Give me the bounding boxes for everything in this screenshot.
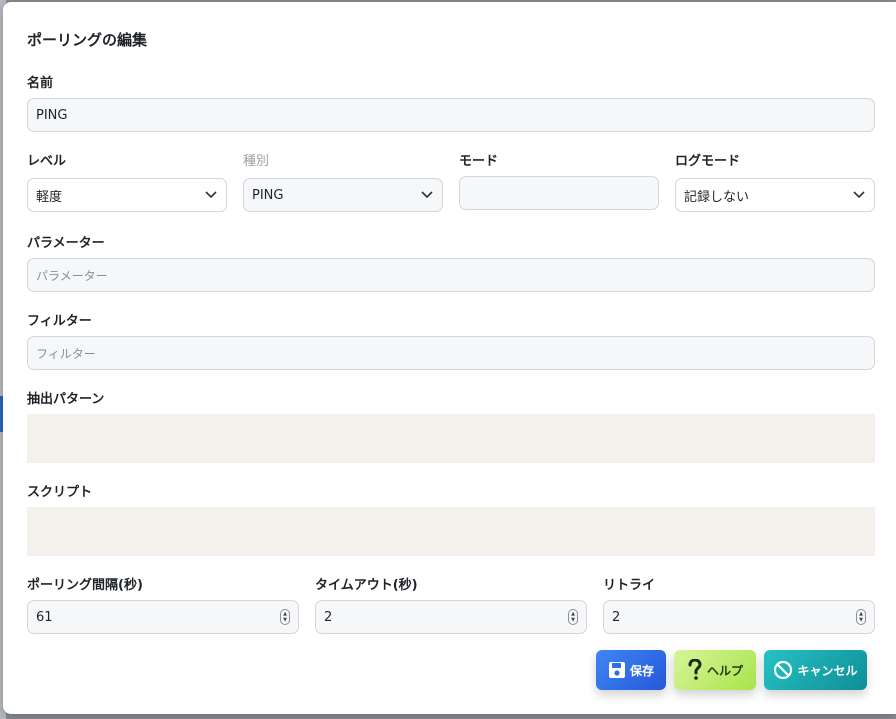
name-input[interactable]: PING — [27, 98, 875, 132]
floppy-disk-icon — [608, 662, 625, 678]
retry-label: リトライ — [603, 578, 656, 593]
retry-input[interactable]: 2 ▲ ▼ — [603, 600, 875, 634]
edit-polling-dialog: ポーリングの編集 名前 PING レベル 軽度 種別 PING モード ログモー… — [3, 2, 896, 714]
level-value: 軽度 — [36, 189, 63, 205]
retry-value: 2 — [612, 609, 621, 625]
question-mark-icon — [688, 659, 702, 680]
log-mode-label: ログモード — [675, 154, 741, 169]
up-down-stepper-icon[interactable]: ▲ ▼ — [568, 609, 578, 625]
script-label: スクリプト — [27, 485, 93, 500]
name-label: 名前 — [27, 76, 54, 91]
log-mode-select[interactable]: 記録しない — [675, 178, 875, 212]
interval-label: ポーリング間隔(秒) — [27, 578, 143, 593]
help-button[interactable]: ヘルプ — [674, 650, 756, 690]
timeout-input[interactable]: 2 ▲ ▼ — [315, 600, 587, 634]
type-label: 種別 — [243, 154, 270, 169]
dialog-title: ポーリングの編集 — [27, 31, 148, 49]
extract-pattern-label: 抽出パターン — [27, 392, 105, 407]
level-label: レベル — [27, 154, 67, 169]
interval-value: 61 — [36, 609, 53, 625]
chevron-down-icon — [852, 188, 866, 202]
parameter-label: パラメーター — [27, 236, 105, 251]
save-button[interactable]: 保存 — [596, 650, 666, 690]
cancel-button-label: キャンセル — [797, 663, 858, 678]
filter-input[interactable]: フィルター — [27, 336, 875, 370]
mode-input[interactable] — [459, 176, 659, 210]
parameter-input[interactable]: パラメーター — [27, 258, 875, 292]
chevron-down-icon — [420, 188, 434, 202]
timeout-label: タイムアウト(秒) — [315, 578, 418, 593]
interval-input[interactable]: 61 ▲ ▼ — [27, 600, 299, 634]
script-editor[interactable] — [27, 507, 875, 556]
mode-label: モード — [459, 154, 499, 169]
type-value: PING — [252, 187, 284, 203]
type-select[interactable]: PING — [243, 178, 443, 212]
filter-label: フィルター — [27, 314, 92, 329]
cancel-button[interactable]: キャンセル — [764, 650, 867, 690]
up-down-stepper-icon[interactable]: ▲ ▼ — [280, 609, 290, 625]
up-down-stepper-icon[interactable]: ▲ ▼ — [856, 609, 866, 625]
timeout-value: 2 — [324, 609, 333, 625]
log-mode-value: 記録しない — [684, 189, 750, 205]
chevron-down-icon — [204, 188, 218, 202]
level-select[interactable]: 軽度 — [27, 178, 227, 212]
extract-pattern-editor[interactable] — [27, 414, 875, 463]
save-button-label: 保存 — [629, 663, 654, 678]
prohibited-icon — [774, 660, 793, 680]
help-button-label: ヘルプ — [706, 663, 743, 678]
